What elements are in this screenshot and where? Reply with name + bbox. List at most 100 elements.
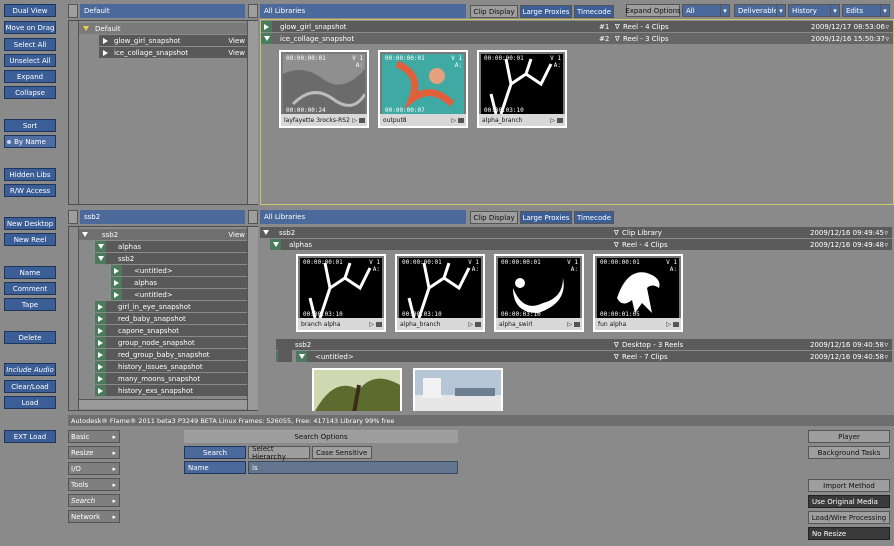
tree-node-icon[interactable] (95, 361, 106, 372)
clip-play-icon[interactable]: ▷ (369, 321, 374, 328)
bottom-tree-row[interactable]: history_exs_snapshot (95, 385, 247, 396)
tree-node-icon[interactable] (79, 229, 90, 240)
reel-arrow-icon[interactable] (103, 37, 108, 44)
bottom-tree-row[interactable]: <untitled> (111, 289, 247, 300)
left-button-expand[interactable]: Expand (4, 70, 56, 83)
tree-arrow-icon[interactable] (98, 387, 103, 394)
tree-arrow-icon[interactable] (114, 291, 119, 298)
left-button-name[interactable]: Name (4, 266, 56, 279)
reel-expand-icon[interactable]: ▿ (885, 35, 889, 43)
bottom-tree-row[interactable]: history_issues_snapshot (95, 361, 247, 372)
tree-node-icon[interactable] (95, 301, 106, 312)
tree-node-icon[interactable] (111, 277, 122, 288)
row-tri-icon[interactable] (298, 354, 305, 359)
clip-thumbnail[interactable]: 00:00:00:01 00:00:03:10 V 1 A: alpha_swirl ▷ (494, 254, 584, 332)
tab-arrow-icon[interactable]: ▸ (112, 497, 116, 505)
left-button-by-name[interactable]: By Name (4, 135, 56, 148)
tree-arrow-icon[interactable] (114, 267, 119, 274)
tree-node-icon[interactable] (95, 373, 106, 384)
reel-expand-icon[interactable]: ▿ (885, 23, 889, 31)
top-large-proxies-button[interactable]: Large Proxies (520, 5, 572, 18)
tab-tools[interactable]: Tools ▸ (68, 478, 120, 491)
row-arrow-icon[interactable] (270, 239, 281, 250)
bottom-tree-row[interactable]: ssb2 View (79, 229, 247, 240)
clip-label[interactable]: alpha_swirl ▷ (496, 318, 582, 330)
left-button-hidden-libs[interactable]: Hidden Libs (4, 168, 56, 181)
tree-node-icon[interactable] (95, 337, 106, 348)
tree-arrow-icon[interactable] (98, 339, 103, 346)
player-button[interactable]: Player (808, 430, 890, 443)
bottom-clip-display-button[interactable]: Clip Display (470, 211, 518, 224)
expand-arrow-icon[interactable] (83, 26, 89, 31)
top-tree-header[interactable]: Default (80, 4, 245, 18)
view-label[interactable]: View (228, 231, 245, 239)
left-button-select-all[interactable]: Select All (4, 38, 56, 51)
view-label[interactable]: View (228, 37, 245, 45)
bottom-tree-row[interactable]: alphas (111, 277, 247, 288)
load-wire-processing-button[interactable]: Load/Wire Processing (808, 511, 890, 524)
tree-node-icon[interactable] (111, 289, 122, 300)
bottom-tree-row[interactable]: ssb2 (95, 253, 247, 264)
tab-network[interactable]: Network ▸ (68, 510, 120, 523)
left-button-sort[interactable]: Sort (4, 119, 56, 132)
clip-menu-icon[interactable] (376, 321, 382, 327)
clip-play-icon[interactable]: ▷ (666, 321, 671, 328)
left-button-new-desktop[interactable]: New Desktop (4, 217, 56, 230)
row-arrow-icon[interactable] (296, 351, 307, 362)
left-button-comment[interactable]: Comment (4, 282, 56, 295)
bottom-tree-row[interactable]: alphas (95, 241, 247, 252)
row-expand-icon[interactable]: ▿ (884, 341, 888, 349)
top-tree-nav-arrow[interactable] (68, 4, 78, 18)
tree-arrow-icon[interactable] (98, 327, 103, 334)
left-button-move-on-drag[interactable]: Move on Drag (4, 21, 56, 34)
clip-label[interactable]: fun alpha ▷ (595, 318, 681, 330)
history-dropdown[interactable]: History (788, 4, 836, 17)
tree-arrow-icon[interactable] (98, 303, 103, 310)
tab-arrow-icon[interactable]: ▸ (112, 465, 116, 473)
bottom-tree-row[interactable]: capone_snapshot (95, 325, 247, 336)
top-reel-row[interactable]: glow_girl_snapshot #1 ∇ Reel - 4 Clips 2009/… (261, 21, 893, 32)
left-button-ext-load[interactable]: EXT Load (4, 430, 56, 443)
clip-thumbnail[interactable]: 00:00:00:01 00:00:01:05 V 1 A: fun alpha ▷ (593, 254, 683, 332)
tree-arrow-icon[interactable] (97, 256, 104, 261)
top-library-header[interactable]: All Libraries (260, 4, 466, 18)
clip-play-icon[interactable]: ▷ (468, 321, 473, 328)
bottom-large-proxies-button[interactable]: Large Proxies (520, 211, 572, 224)
clip-play-icon[interactable]: ▷ (352, 117, 357, 124)
clip-label[interactable]: output8 ▷ (380, 114, 466, 126)
bottom-tree-row[interactable]: red_group_baby_snapshot (95, 349, 247, 360)
bottom-lib-row[interactable]: ssb2 ∇ Desktop - 3 Reels 2009/12/16 09:40:5… (276, 339, 892, 350)
tab-basic[interactable]: Basic ▸ (68, 430, 120, 443)
clip-label[interactable]: branch alpha ▷ (298, 318, 384, 330)
tree-arrow-icon[interactable] (81, 232, 88, 237)
clip-menu-icon[interactable] (475, 321, 481, 327)
reel-tri-icon[interactable] (263, 36, 270, 41)
left-button-dual-view[interactable]: Dual View (4, 4, 56, 17)
bottom-lib-row[interactable]: <untitled> ∇ Reel - 7 Clips 2009/12/16 09:4… (276, 351, 892, 362)
select-hierarchy-button[interactable]: Select Hierarchy (248, 445, 310, 461)
tree-node-icon[interactable] (95, 241, 106, 252)
tree-node-icon[interactable] (95, 385, 106, 396)
top-reel-row[interactable]: ice_collage_snapshot #2 ∇ Reel - 3 Clips 200… (261, 33, 893, 44)
row-tri-icon[interactable] (262, 230, 269, 235)
left-button-include-audio[interactable]: Include Audio (4, 363, 56, 376)
clip-menu-icon[interactable] (673, 321, 679, 327)
left-button-collapse[interactable]: Collapse (4, 86, 56, 99)
tree-row-glow_girl_snapshot[interactable]: glow_girl_snapshot View (99, 35, 247, 46)
clip-play-icon[interactable]: ▷ (567, 321, 572, 328)
tree-row-ice_collage_snapshot[interactable]: ice_collage_snapshot View (99, 47, 247, 58)
tree-node-icon[interactable] (95, 325, 106, 336)
row-expand-icon[interactable]: ▿ (884, 241, 888, 249)
clip-thumbnail[interactable]: 00:00:00:01 00:00:03:10 V 1 A: alpha_branch ▷ (477, 50, 567, 128)
row-expand-icon[interactable]: ▿ (884, 229, 888, 237)
bottom-tree-row[interactable]: girl_in_eye_snapshot (95, 301, 247, 312)
reel-tri-icon[interactable] (264, 23, 269, 30)
row-tri-icon[interactable] (272, 242, 279, 247)
clip-label[interactable]: alpha_branch ▷ (479, 114, 565, 126)
bottom-lib-row[interactable]: alphas ∇ Reel - 4 Clips 2009/12/16 09:49:48… (270, 239, 892, 250)
bottom-tree-row[interactable]: <untitled> (111, 265, 247, 276)
deliverables-arrow[interactable]: ▾ (776, 4, 786, 17)
bottom-lib-nav-arrow[interactable] (248, 210, 258, 224)
tree-row-Default[interactable]: Default (79, 23, 247, 34)
tree-node-icon[interactable] (95, 313, 106, 324)
